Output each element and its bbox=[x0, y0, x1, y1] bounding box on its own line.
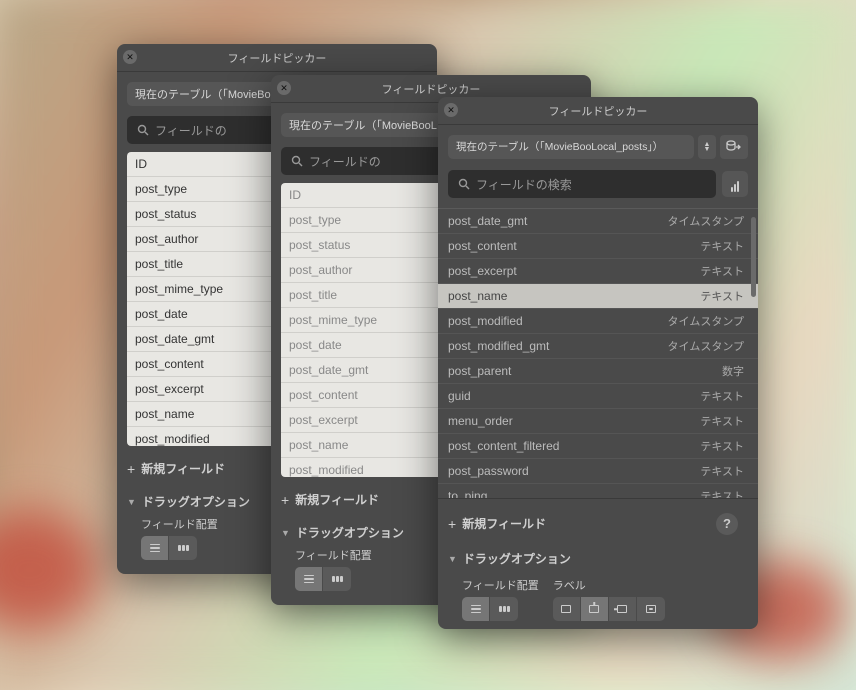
placement-horizontal-button[interactable] bbox=[490, 597, 518, 621]
search-icon bbox=[291, 155, 303, 167]
field-picker-panel-3: ✕ フィールドピッカー 現在のテーブル（「MovieBooLocal_posts… bbox=[438, 97, 758, 629]
field-type: テキスト bbox=[700, 488, 744, 499]
field-list[interactable]: post_date_gmtタイムスタンプpost_contentテキストpost… bbox=[438, 208, 758, 499]
box-left-icon bbox=[617, 605, 627, 613]
field-type: 数字 bbox=[722, 363, 744, 379]
field-name: post_content bbox=[448, 239, 517, 253]
table-select-dropdown[interactable]: 現在のテーブル（「MovieBooLocal_posts」） bbox=[448, 135, 694, 159]
field-row[interactable]: post_name テキスト bbox=[438, 284, 758, 309]
lines-horizontal-icon bbox=[178, 545, 189, 551]
field-placement-segment[interactable] bbox=[141, 536, 197, 560]
search-input[interactable]: フィールドの検索 bbox=[448, 170, 716, 198]
disclosure-triangle-icon: ▼ bbox=[281, 528, 290, 538]
box-inside-icon bbox=[646, 605, 656, 613]
close-icon[interactable]: ✕ bbox=[444, 103, 458, 117]
field-row[interactable]: menu_order テキスト bbox=[438, 409, 758, 434]
field-name: post_date_gmt bbox=[448, 214, 527, 228]
search-placeholder: フィールドの bbox=[155, 122, 227, 139]
window-title: フィールドピッカー bbox=[117, 44, 437, 72]
field-name: menu_order bbox=[448, 414, 513, 428]
search-placeholder: フィールドの検索 bbox=[476, 176, 572, 193]
new-field-button[interactable]: + 新規フィールド ? bbox=[448, 509, 748, 536]
window-title: フィールドピッカー bbox=[438, 97, 758, 125]
disclosure-triangle-icon: ▼ bbox=[448, 554, 457, 564]
box-icon bbox=[561, 605, 571, 613]
field-row[interactable]: post_modified タイムスタンプ bbox=[438, 309, 758, 334]
drag-options-label: ドラッグオプション bbox=[296, 524, 404, 541]
field-name: post_excerpt bbox=[448, 264, 517, 278]
field-row[interactable]: post_content_filtered テキスト bbox=[438, 434, 758, 459]
placement-vertical-button[interactable] bbox=[295, 567, 323, 591]
field-row[interactable]: post_content テキスト bbox=[438, 234, 758, 259]
field-row[interactable]: guid テキスト bbox=[438, 384, 758, 409]
label-caption: ラベル bbox=[553, 577, 665, 593]
field-type: テキスト bbox=[700, 288, 744, 304]
placement-vertical-button[interactable] bbox=[462, 597, 490, 621]
field-name: post_parent bbox=[448, 364, 511, 378]
label-inside-button[interactable] bbox=[637, 597, 665, 621]
plus-icon: + bbox=[448, 516, 456, 532]
box-top-icon bbox=[589, 605, 599, 613]
drag-options-label: ドラッグオプション bbox=[142, 493, 250, 510]
placement-vertical-button[interactable] bbox=[141, 536, 169, 560]
lines-vertical-icon bbox=[471, 605, 481, 614]
field-row[interactable]: post_date_gmt タイムスタンプ bbox=[438, 209, 758, 234]
field-type: タイムスタンプ bbox=[668, 213, 744, 229]
label-style-segment[interactable] bbox=[553, 597, 665, 621]
label-top-button[interactable] bbox=[581, 597, 609, 621]
field-row[interactable]: post_password テキスト bbox=[438, 459, 758, 484]
field-name: post_password bbox=[448, 464, 529, 478]
field-row[interactable]: to_ping テキスト bbox=[438, 484, 758, 499]
field-name: to_ping bbox=[448, 489, 487, 499]
field-row[interactable]: post_excerpt テキスト bbox=[438, 259, 758, 284]
close-icon[interactable]: ✕ bbox=[277, 81, 291, 95]
field-type: タイムスタンプ bbox=[668, 313, 744, 329]
placement-horizontal-button[interactable] bbox=[323, 567, 351, 591]
disclosure-triangle-icon: ▼ bbox=[127, 497, 136, 507]
field-placement-segment[interactable] bbox=[295, 567, 351, 591]
label-left-button[interactable] bbox=[609, 597, 637, 621]
field-type: テキスト bbox=[700, 463, 744, 479]
database-arrow-icon bbox=[726, 140, 742, 154]
field-name: post_content_filtered bbox=[448, 439, 559, 453]
placement-horizontal-button[interactable] bbox=[169, 536, 197, 560]
field-type: テキスト bbox=[700, 438, 744, 454]
field-name: post_modified bbox=[448, 314, 523, 328]
label-none-button[interactable] bbox=[553, 597, 581, 621]
field-type: テキスト bbox=[700, 263, 744, 279]
field-row[interactable]: post_parent 数字 bbox=[438, 359, 758, 384]
new-field-label: 新規フィールド bbox=[295, 491, 379, 508]
help-button[interactable]: ? bbox=[716, 513, 738, 535]
lines-horizontal-icon bbox=[332, 576, 343, 582]
scrollbar-thumb[interactable] bbox=[751, 217, 756, 297]
field-type: タイムスタンプ bbox=[668, 338, 744, 354]
search-icon bbox=[137, 124, 149, 136]
search-placeholder: フィールドの bbox=[309, 153, 381, 170]
lines-vertical-icon bbox=[150, 544, 160, 553]
plus-icon: + bbox=[281, 492, 289, 508]
search-icon bbox=[458, 178, 470, 190]
field-row[interactable]: post_modified_gmt タイムスタンプ bbox=[438, 334, 758, 359]
field-type: テキスト bbox=[700, 238, 744, 254]
field-type: テキスト bbox=[700, 413, 744, 429]
drag-options-toggle[interactable]: ▼ ドラッグオプション bbox=[448, 550, 748, 567]
field-placement-label: フィールド配置 bbox=[462, 577, 539, 593]
manage-db-button[interactable] bbox=[720, 135, 748, 159]
lines-vertical-icon bbox=[304, 575, 314, 584]
lines-horizontal-icon bbox=[499, 606, 510, 612]
field-name: guid bbox=[448, 389, 471, 403]
field-placement-segment[interactable] bbox=[462, 597, 518, 621]
chevron-updown-icon[interactable]: ▲▼ bbox=[698, 135, 716, 159]
field-type: テキスト bbox=[700, 388, 744, 404]
new-field-label: 新規フィールド bbox=[462, 515, 546, 532]
plus-icon: + bbox=[127, 461, 135, 477]
drag-options-label: ドラッグオプション bbox=[463, 550, 571, 567]
new-field-label: 新規フィールド bbox=[141, 460, 225, 477]
close-icon[interactable]: ✕ bbox=[123, 50, 137, 64]
field-name: post_name bbox=[448, 289, 507, 303]
field-name: post_modified_gmt bbox=[448, 339, 549, 353]
sort-button[interactable] bbox=[722, 171, 748, 197]
